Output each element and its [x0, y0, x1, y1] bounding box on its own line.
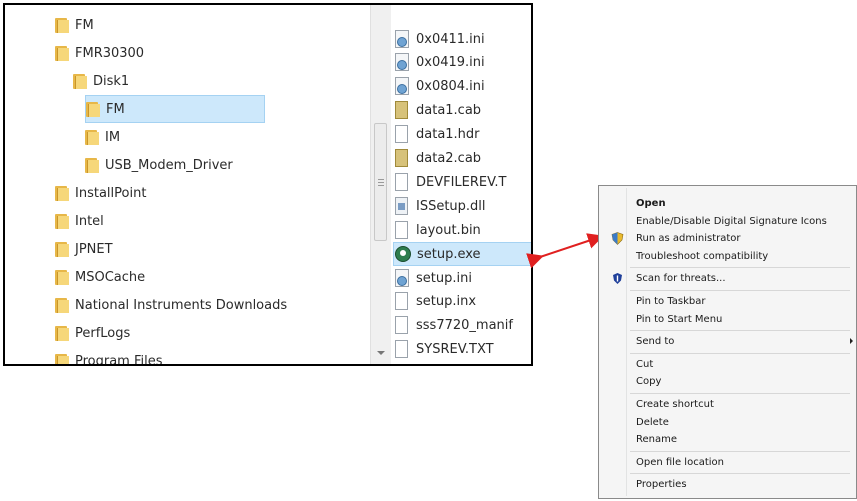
context-menu-label: Delete: [636, 416, 669, 428]
arrow-line: [526, 233, 604, 269]
context-menu-item[interactable]: Open: [599, 195, 856, 212]
context-menu-label: Scan for threats...: [636, 273, 726, 285]
uac-shield-icon: [611, 232, 624, 246]
context-menu-item[interactable]: Create shortcut: [599, 396, 856, 413]
context-menu-item[interactable]: Pin to Start Menu: [599, 311, 856, 328]
antivirus-shield-icon: [611, 272, 624, 285]
context-menu-item[interactable]: Rename: [599, 431, 856, 448]
context-menu-item[interactable]: Scan for threats...: [599, 270, 856, 287]
context-menu-label: Run as administrator: [636, 233, 741, 245]
context-menu-item[interactable]: Troubleshoot compatibility: [599, 248, 856, 265]
context-menu-item[interactable]: Send to: [599, 333, 856, 350]
menu-separator: [630, 267, 850, 269]
context-menu: Open Enable/Disable Digital Signature Ico…: [598, 185, 857, 499]
context-menu-label: Send to: [636, 336, 675, 348]
context-menu-label: Pin to Taskbar: [636, 296, 706, 307]
context-menu-item[interactable]: Enable/Disable Digital Signature Icons: [599, 213, 856, 230]
context-menu-label: Properties: [636, 479, 687, 491]
menu-separator: [630, 473, 850, 475]
context-menu-item[interactable]: Copy: [599, 373, 856, 390]
context-menu-label: Open file location: [636, 456, 724, 468]
context-menu-item[interactable]: Open file location: [599, 454, 856, 471]
context-menu-item[interactable]: Pin to Taskbar: [599, 293, 856, 310]
context-menu-label: Cut: [636, 358, 654, 370]
context-menu-label: Rename: [636, 434, 678, 446]
menu-separator: [630, 330, 850, 332]
context-menu-label: Enable/Disable Digital Signature Icons: [636, 215, 827, 227]
context-menu-label: Create shortcut: [636, 399, 714, 410]
submenu-arrow-icon: [850, 338, 853, 345]
context-menu-item[interactable]: Delete: [599, 414, 856, 431]
menu-separator: [630, 393, 850, 394]
context-menu-label: Copy: [636, 376, 662, 388]
menu-separator: [630, 290, 850, 291]
context-menu-label: Troubleshoot compatibility: [636, 250, 769, 262]
menu-separator: [630, 450, 850, 452]
context-menu-item[interactable]: Cut: [599, 356, 856, 373]
context-menu-item[interactable]: Properties: [599, 476, 856, 493]
menu-separator: [630, 352, 850, 354]
context-menu-item[interactable]: Run as administrator: [599, 230, 856, 247]
context-menu-label: Pin to Start Menu: [636, 313, 723, 325]
context-menu-label: Open: [636, 198, 666, 209]
